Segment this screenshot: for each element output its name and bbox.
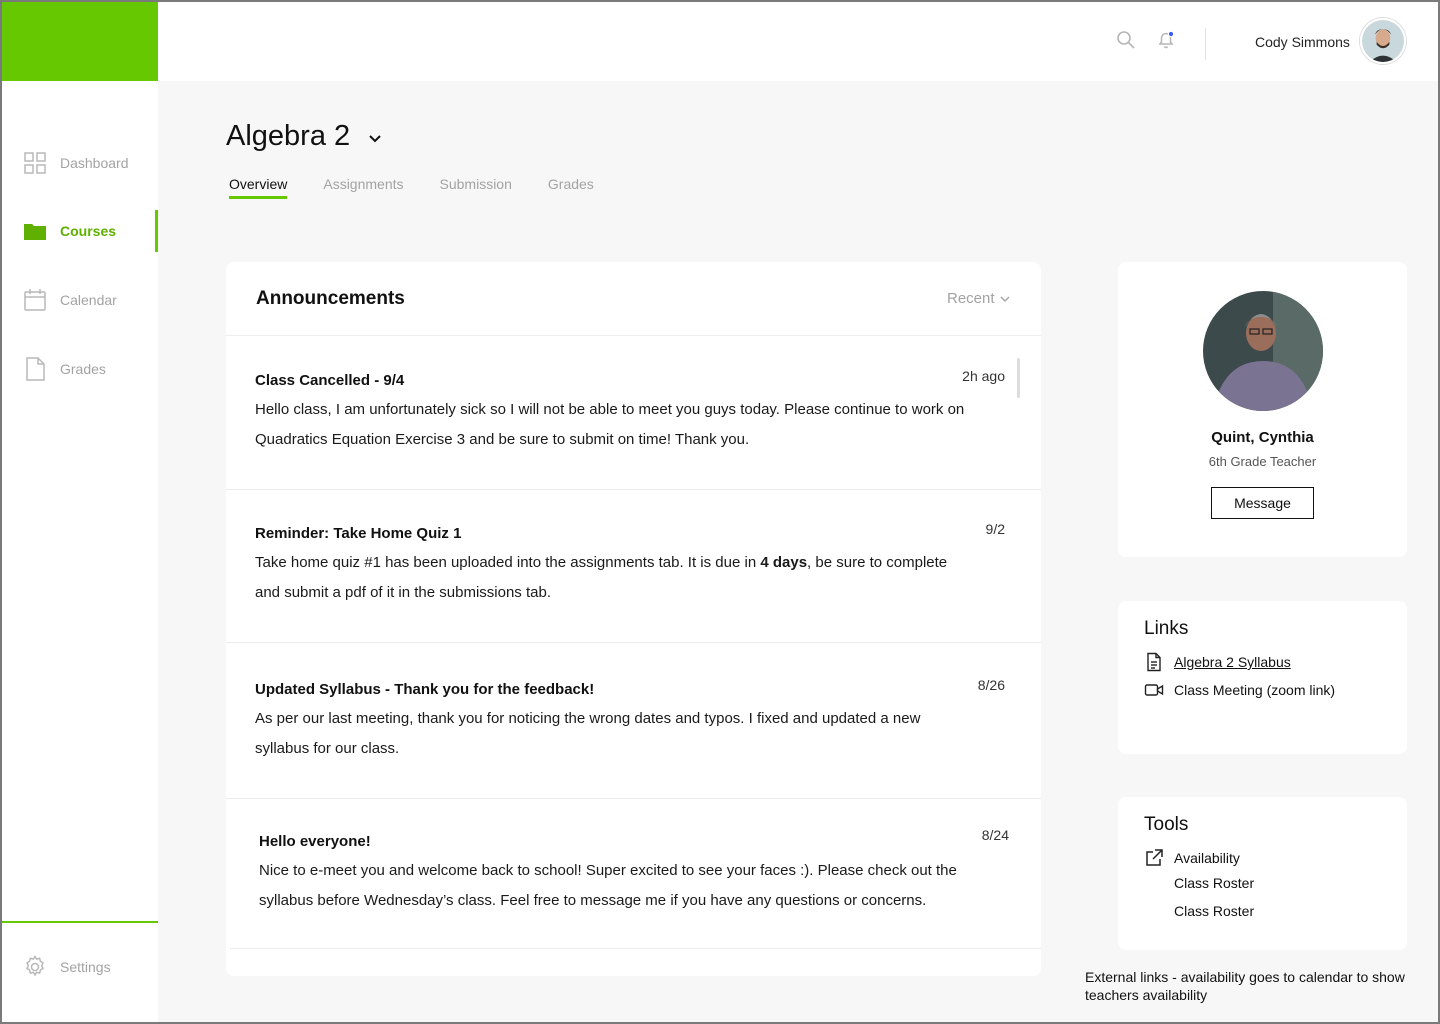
sidebar-item-courses[interactable]: Courses [0,210,158,252]
link-label[interactable]: Algebra 2 Syllabus [1174,654,1291,670]
logo-block [0,0,158,81]
course-title: Algebra 2 [226,120,351,152]
sidebar-divider [0,921,158,923]
tool-availability[interactable]: Availability [1144,848,1240,868]
tools-title: Tools [1144,814,1189,835]
announcements-title: Announcements [256,288,405,309]
video-icon [1144,684,1164,696]
chevron-down-icon [1000,296,1010,302]
link-label[interactable]: Class Meeting (zoom link) [1174,682,1335,698]
chevron-down-icon[interactable] [366,130,384,148]
teacher-avatar [1203,291,1323,411]
announcement-time: 8/24 [981,827,1009,843]
sidebar-item-label: Grades [60,361,106,377]
tool-class-roster[interactable]: Class Roster [1174,903,1254,919]
tab-grades[interactable]: Grades [548,176,594,199]
tool-label[interactable]: Availability [1174,850,1240,866]
search-icon[interactable] [1116,30,1136,50]
folder-icon [24,224,46,240]
gear-icon [26,955,44,977]
teacher-photo-icon [1203,291,1323,411]
header-divider [1205,28,1206,60]
link-syllabus[interactable]: Algebra 2 Syllabus [1144,652,1291,672]
tool-label[interactable]: Class Roster [1174,903,1254,919]
announcement-item[interactable]: Hello everyone! 8/24 Nice to e-meet you … [230,799,1041,949]
sort-dropdown[interactable]: Recent [947,290,1011,307]
file-text-icon [1147,652,1161,672]
announcements-panel: Announcements Recent Class Cancelled - 9… [226,262,1041,976]
announcement-title: Hello everyone! [259,833,371,850]
announcement-body-text: Take home quiz #1 has been uploaded into… [255,554,761,571]
sidebar-item-label: Calendar [60,292,117,308]
sidebar: Dashboard Courses Calendar Grades Settin… [0,0,158,1024]
announcement-body: Nice to e-meet you and welcome back to s… [259,862,957,909]
user-avatar[interactable] [1360,18,1406,64]
tab-overview[interactable]: Overview [229,176,288,199]
teacher-role: 6th Grade Teacher [1208,454,1317,469]
announcement-item[interactable]: Reminder: Take Home Quiz 1 9/2 Take home… [226,490,1041,643]
links-card: Links Algebra 2 Syllabus Class Meeting (… [1118,601,1407,754]
sidebar-item-calendar[interactable]: Calendar [0,279,158,321]
announcement-item[interactable]: Updated Syllabus - Thank you for the fee… [226,643,1041,799]
sidebar-item-label: Courses [60,223,117,239]
announcement-title: Updated Syllabus - Thank you for the fee… [255,681,595,698]
announcement-title: Reminder: Take Home Quiz 1 [255,525,462,542]
sidebar-item-settings[interactable]: Settings [0,946,158,988]
teacher-card: Quint, Cynthia 6th Grade Teacher Message [1118,262,1407,557]
tool-class-roster[interactable]: Class Roster [1174,875,1254,891]
sidebar-item-grades[interactable]: Grades [0,348,158,390]
calendar-icon [24,289,46,311]
tab-submission[interactable]: Submission [440,176,512,199]
top-header: Cody Simmons [158,0,1440,81]
tab-assignments[interactable]: Assignments [323,176,403,199]
link-zoom-meeting[interactable]: Class Meeting (zoom link) [1144,680,1335,700]
announcement-title: Class Cancelled - 9/4 [255,372,405,389]
sidebar-item-label: Settings [60,959,111,975]
sort-label: Recent [947,290,995,307]
tools-card: Tools Availability Class Roster Class Ro… [1118,797,1407,950]
tool-label[interactable]: Class Roster [1174,875,1254,891]
announcement-time: 8/26 [977,677,1005,693]
teacher-name: Quint, Cynthia [1211,429,1314,446]
announcement-body: Hello class, I am unfortunately sick so … [255,401,965,448]
sidebar-item-dashboard[interactable]: Dashboard [0,142,158,184]
announcement-item[interactable]: Class Cancelled - 9/4 2h ago Hello class… [226,336,1041,490]
user-name[interactable]: Cody Simmons [1255,34,1350,50]
annotation-note: External links - availability goes to ca… [1085,969,1405,1003]
message-button[interactable]: Message [1211,487,1314,519]
announcement-time: 9/2 [985,521,1005,537]
links-title: Links [1144,618,1189,639]
announcement-emphasis: 4 days [760,554,808,571]
bell-icon[interactable] [1156,30,1176,50]
sidebar-item-label: Dashboard [60,155,129,171]
announcement-body: As per our last meeting, thank you for n… [255,710,921,757]
announcement-body: Take home quiz #1 has been uploaded into… [255,548,975,608]
external-link-icon [1146,849,1163,866]
course-tabs: Overview Assignments Submission Grades [229,176,630,199]
document-icon [26,357,45,381]
grid-icon [24,152,46,174]
user-avatar-icon [1362,20,1404,62]
announcement-time: 2h ago [962,368,1005,384]
